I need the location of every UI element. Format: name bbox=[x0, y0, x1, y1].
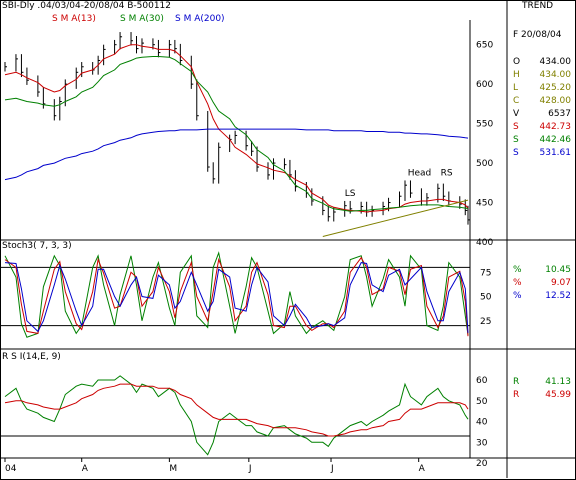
chart-svg: 400 450 500 550 600 650 25 50 75 20 30 40 50 60 04 A M J J… bbox=[0, 0, 575, 478]
rsi-tick-label: 30 bbox=[476, 438, 488, 448]
stoch-tick-label: 75 bbox=[480, 268, 491, 278]
x-tick-label: A bbox=[419, 464, 426, 474]
price-tick-label: 500 bbox=[476, 159, 493, 169]
x-tick-label: J bbox=[248, 464, 252, 474]
x-tick-label: 04 bbox=[5, 464, 17, 474]
x-tick-label: J bbox=[330, 464, 334, 474]
x-tick-label: A bbox=[82, 464, 89, 474]
sma200-line bbox=[4, 128, 469, 181]
price-tick-label: 600 bbox=[476, 80, 493, 90]
price-tick-label: 550 bbox=[476, 120, 493, 130]
pattern-annotation: LS bbox=[345, 189, 356, 199]
x-tick-label: M bbox=[169, 464, 177, 474]
pattern-annotation: Head bbox=[408, 169, 432, 179]
stoch-k-line bbox=[4, 251, 469, 338]
stoch-signal-line bbox=[4, 262, 469, 333]
rsi-tick-label: 50 bbox=[476, 397, 488, 407]
pattern-annotation: RS bbox=[441, 169, 453, 179]
rsi-average-line bbox=[4, 383, 469, 437]
rsi-tick-label: 20 bbox=[476, 459, 488, 469]
rsi-tick-label: 40 bbox=[476, 418, 488, 428]
stoch-tick-label: 50 bbox=[480, 293, 492, 303]
price-tick-label: 400 bbox=[476, 238, 493, 248]
price-tick-label: 450 bbox=[476, 199, 493, 209]
price-tick-label: 650 bbox=[476, 41, 493, 51]
sma30-line bbox=[4, 56, 469, 212]
rsi-tick-label: 60 bbox=[476, 376, 488, 386]
rsi-line bbox=[4, 375, 469, 456]
stoch-tick-label: 25 bbox=[480, 317, 491, 327]
